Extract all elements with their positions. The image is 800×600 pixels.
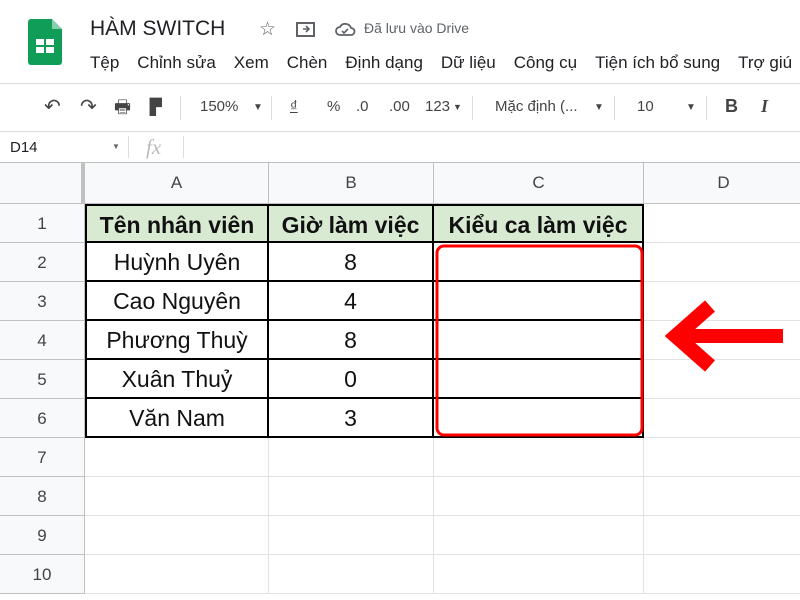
annotation-overlay bbox=[435, 244, 783, 437]
arrow-left-icon bbox=[664, 300, 783, 372]
highlight-box bbox=[435, 244, 644, 437]
